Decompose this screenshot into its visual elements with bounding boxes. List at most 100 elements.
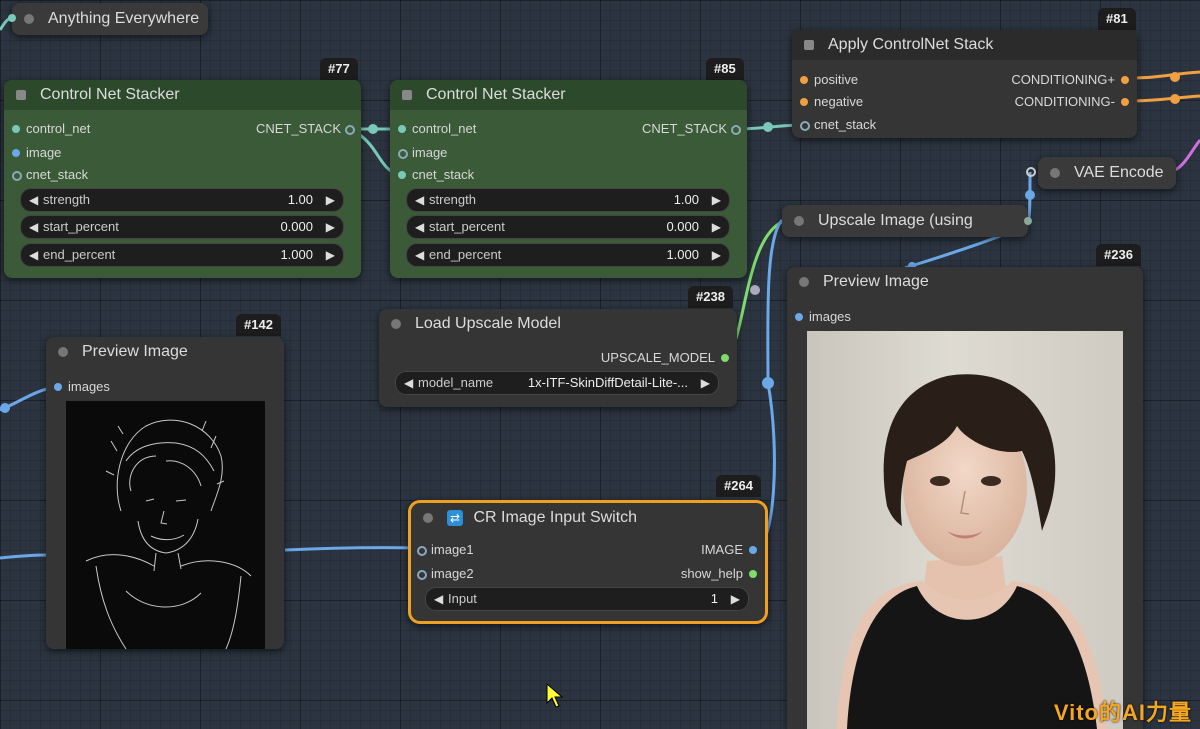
- apply-controlnet-stack-81[interactable]: Apply ControlNet Stack positive negative…: [792, 30, 1137, 138]
- collapse-dot-icon[interactable]: [24, 14, 34, 24]
- cr-image-input-switch-264[interactable]: ⇄ CR Image Input Switch image1 image2 IM…: [408, 500, 768, 624]
- slot-ring-icon[interactable]: [800, 121, 810, 131]
- vae-encode-node[interactable]: VAE Encode: [1026, 157, 1176, 189]
- input-slot-icon[interactable]: [8, 14, 16, 22]
- node-id-badge: #236: [1096, 244, 1141, 266]
- collapse-dot-icon[interactable]: [1050, 168, 1060, 178]
- node-title: Apply ControlNet Stack: [828, 36, 994, 53]
- input-image2[interactable]: image2: [417, 565, 474, 583]
- slot-ring-icon[interactable]: [731, 125, 741, 135]
- output-upscale-model[interactable]: UPSCALE_MODEL: [601, 349, 729, 367]
- input-images[interactable]: images: [54, 378, 110, 396]
- slot-dot-icon[interactable]: [398, 171, 406, 179]
- slot-dot-icon[interactable]: [1121, 98, 1129, 106]
- upscale-image-node[interactable]: Upscale Image (using: [782, 205, 1032, 237]
- collapse-icon[interactable]: [402, 90, 412, 100]
- slot-ring-icon[interactable]: [417, 546, 427, 556]
- start-percent-widget[interactable]: ◀ start_percent 0.000 ▶: [406, 215, 730, 239]
- decrement-arrow-icon[interactable]: ◀: [434, 588, 443, 610]
- collapse-dot-icon[interactable]: [423, 513, 433, 523]
- slot-ring-icon[interactable]: [12, 171, 22, 181]
- slot-ring-icon[interactable]: [345, 125, 355, 135]
- increment-arrow-icon[interactable]: ▶: [712, 189, 721, 211]
- output-image[interactable]: IMAGE: [701, 541, 757, 559]
- preview-image-142[interactable]: Preview Image images: [46, 337, 284, 649]
- slot-dot-icon[interactable]: [800, 98, 808, 106]
- increment-arrow-icon[interactable]: ▶: [712, 244, 721, 266]
- input-image1[interactable]: image1: [417, 541, 474, 559]
- increment-arrow-icon[interactable]: ▶: [731, 588, 740, 610]
- slot-dot-icon[interactable]: [12, 149, 20, 157]
- slot-dot-icon[interactable]: [54, 383, 62, 391]
- slot-ring-icon[interactable]: [417, 570, 427, 580]
- increment-arrow-icon[interactable]: ▶: [326, 189, 335, 211]
- collapse-dot-icon[interactable]: [391, 319, 401, 329]
- node-title: CR Image Input Switch: [473, 509, 638, 526]
- slot-dot-icon[interactable]: [1121, 76, 1129, 84]
- load-upscale-model-238[interactable]: Load Upscale Model UPSCALE_MODEL ◀ model…: [379, 309, 737, 407]
- input-image[interactable]: image: [12, 144, 61, 162]
- input-image[interactable]: image: [398, 144, 447, 162]
- output-show-help[interactable]: show_help: [681, 565, 757, 583]
- input-cnet-stack[interactable]: cnet_stack: [12, 166, 88, 184]
- prev-arrow-icon[interactable]: ◀: [404, 372, 413, 394]
- node-id-badge: #264: [716, 475, 761, 497]
- slot-dot-icon[interactable]: [795, 313, 803, 321]
- decrement-arrow-icon[interactable]: ◀: [415, 216, 424, 238]
- end-percent-widget[interactable]: ◀ end_percent 1.000 ▶: [406, 243, 730, 267]
- node-id-badge: #81: [1098, 8, 1136, 30]
- decrement-arrow-icon[interactable]: ◀: [415, 189, 424, 211]
- output-cnet-stack[interactable]: CNET_STACK: [642, 120, 741, 138]
- slot-dot-icon[interactable]: [800, 76, 808, 84]
- output-cnet-stack[interactable]: CNET_STACK: [256, 120, 355, 138]
- node-title: Anything Everywhere: [48, 10, 200, 27]
- node-title: Preview Image: [823, 273, 929, 290]
- preview-image-236[interactable]: Preview Image images: [787, 267, 1143, 729]
- collapse-icon[interactable]: [16, 90, 26, 100]
- slot-dot-icon[interactable]: [749, 570, 757, 578]
- input-control-net[interactable]: control_net: [398, 120, 476, 138]
- decrement-arrow-icon[interactable]: ◀: [415, 244, 424, 266]
- model-name-combo[interactable]: ◀ model_name 1x-ITF-SkinDiffDetail-Lite-…: [395, 371, 719, 395]
- slot-dot-icon[interactable]: [721, 354, 729, 362]
- end-percent-widget[interactable]: ◀ end_percent 1.000 ▶: [20, 243, 344, 267]
- collapse-dot-icon[interactable]: [58, 347, 68, 357]
- slot-dot-icon[interactable]: [749, 546, 757, 554]
- start-percent-widget[interactable]: ◀ start_percent 0.000 ▶: [20, 215, 344, 239]
- input-cnet-stack[interactable]: cnet_stack: [398, 166, 474, 184]
- strength-widget[interactable]: ◀ strength 1.00 ▶: [406, 188, 730, 212]
- output-conditioning-plus[interactable]: CONDITIONING+: [1011, 71, 1129, 89]
- node-title: Preview Image: [82, 343, 188, 360]
- next-arrow-icon[interactable]: ▶: [701, 372, 710, 394]
- input-select-widget[interactable]: ◀ Input 1 ▶: [425, 587, 749, 611]
- slot-ring-icon[interactable]: [398, 149, 408, 159]
- decrement-arrow-icon[interactable]: ◀: [29, 189, 38, 211]
- slot-dot-icon[interactable]: [12, 125, 20, 133]
- input-images[interactable]: images: [795, 308, 851, 326]
- anything-everywhere-node[interactable]: Anything Everywhere: [8, 3, 208, 35]
- increment-arrow-icon[interactable]: ▶: [326, 244, 335, 266]
- decrement-arrow-icon[interactable]: ◀: [29, 244, 38, 266]
- node-title: Control Net Stacker: [40, 86, 180, 103]
- slot-dot-icon[interactable]: [398, 125, 406, 133]
- collapse-icon[interactable]: [804, 40, 814, 50]
- watermark-text: Vito的AI力量: [1053, 700, 1192, 725]
- input-positive[interactable]: positive: [800, 71, 858, 89]
- control-net-stacker-77[interactable]: Control Net Stacker control_net image cn…: [4, 80, 361, 278]
- output-slot-icon[interactable]: [1024, 217, 1032, 225]
- node-title: Load Upscale Model: [415, 315, 561, 332]
- collapse-dot-icon[interactable]: [794, 216, 804, 226]
- input-cnet-stack[interactable]: cnet_stack: [800, 116, 876, 134]
- node-title: VAE Encode: [1074, 164, 1164, 181]
- increment-arrow-icon[interactable]: ▶: [712, 216, 721, 238]
- node-title: Control Net Stacker: [426, 86, 566, 103]
- increment-arrow-icon[interactable]: ▶: [326, 216, 335, 238]
- decrement-arrow-icon[interactable]: ◀: [29, 216, 38, 238]
- input-slot-ring-icon[interactable]: [1026, 167, 1036, 177]
- control-net-stacker-85[interactable]: Control Net Stacker control_net image cn…: [390, 80, 747, 278]
- output-conditioning-minus[interactable]: CONDITIONING-: [1015, 93, 1129, 111]
- input-control-net[interactable]: control_net: [12, 120, 90, 138]
- collapse-dot-icon[interactable]: [799, 277, 809, 287]
- strength-widget[interactable]: ◀ strength 1.00 ▶: [20, 188, 344, 212]
- input-negative[interactable]: negative: [800, 93, 863, 111]
